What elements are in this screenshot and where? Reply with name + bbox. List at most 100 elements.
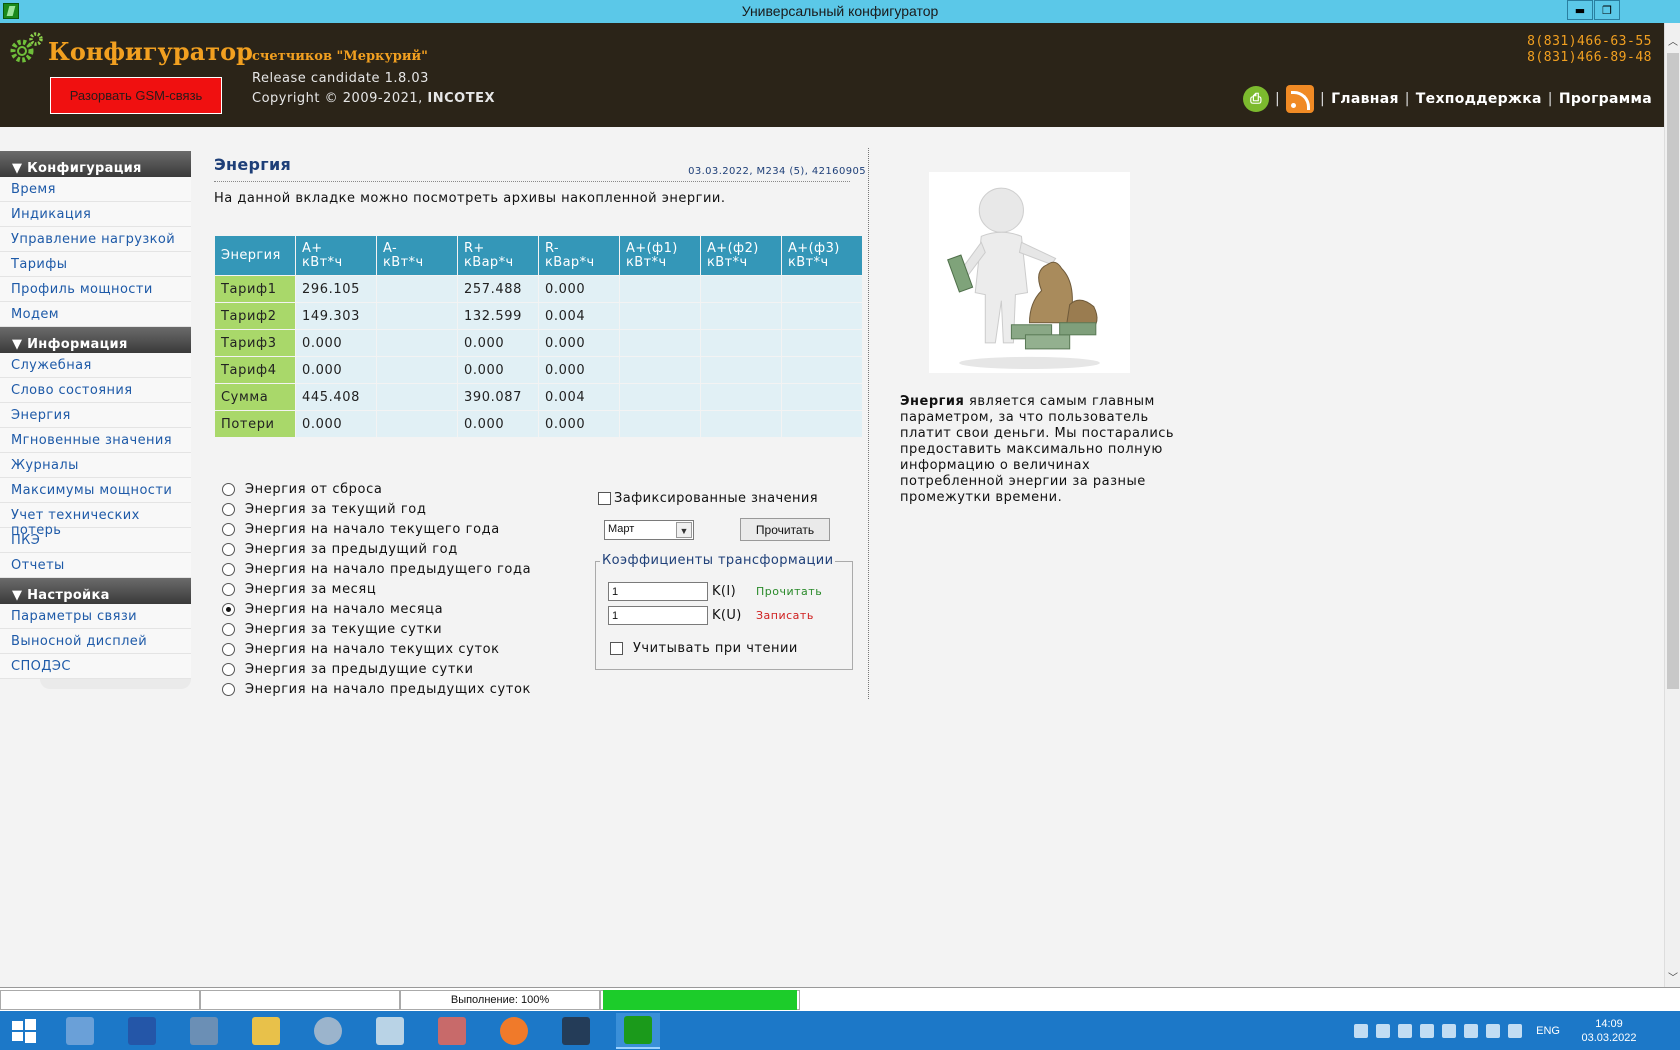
windows-start-icon[interactable] bbox=[2, 1013, 46, 1049]
scroll-down-icon[interactable]: ﹀ bbox=[1665, 971, 1680, 987]
sidebar-section-information[interactable]: ▼ Информация bbox=[0, 327, 191, 353]
sidebar-item-instant-values[interactable]: Мгновенные значения bbox=[0, 428, 191, 453]
sidebar-item-connection-params[interactable]: Параметры связи bbox=[0, 604, 191, 629]
energy-mode-option[interactable]: Энергия за текущий год bbox=[222, 499, 531, 519]
sidebar-section-settings[interactable]: ▼ Настройка bbox=[0, 578, 191, 604]
energy-mode-option[interactable]: Энергия на начало предыдущих суток bbox=[222, 679, 531, 699]
sidebar-item-display[interactable]: Индикация bbox=[0, 202, 191, 227]
chevron-down-icon[interactable]: ▼ bbox=[676, 522, 692, 538]
tray-network-icon[interactable] bbox=[1354, 1023, 1369, 1038]
energy-mode-option[interactable]: Энергия за месяц bbox=[222, 579, 531, 599]
sidebar-item-reports[interactable]: Отчеты bbox=[0, 553, 191, 578]
radio-button[interactable] bbox=[222, 582, 235, 596]
energy-mode-option[interactable]: Энергия от сброса bbox=[222, 479, 531, 499]
print-icon[interactable]: ⎙ bbox=[1243, 86, 1269, 112]
col-a-plus: A+ кВт*ч bbox=[296, 236, 376, 275]
restore-button[interactable]: ❐ bbox=[1594, 0, 1620, 20]
ku-input[interactable] bbox=[608, 606, 708, 625]
powershell-icon[interactable] bbox=[120, 1013, 164, 1049]
energy-mode-option[interactable]: Энергия на начало текущих суток bbox=[222, 639, 531, 659]
month-select[interactable]: Март ▼ bbox=[604, 520, 694, 540]
ku-row: K(U) Записать bbox=[608, 606, 814, 625]
radio-button[interactable] bbox=[222, 562, 235, 576]
info-bold: Энергия bbox=[900, 394, 965, 409]
input-language[interactable]: ENG bbox=[1536, 1025, 1560, 1037]
file-explorer-icon[interactable] bbox=[244, 1013, 288, 1049]
firefox-icon[interactable] bbox=[492, 1013, 536, 1049]
archive-icon[interactable] bbox=[430, 1013, 474, 1049]
radio-button[interactable] bbox=[222, 662, 235, 676]
rss-icon[interactable] bbox=[1286, 85, 1315, 113]
vertical-scrollbar[interactable]: ︿ ﹀ bbox=[1664, 23, 1680, 987]
ki-input[interactable] bbox=[608, 582, 708, 601]
sidebar-item-remote-display[interactable]: Выносной дисплей bbox=[0, 629, 191, 654]
clock[interactable]: 14:09 03.03.2022 bbox=[1574, 1017, 1644, 1045]
sidebar-item-load-control[interactable]: Управление нагрузкой bbox=[0, 227, 191, 252]
scroll-up-icon[interactable]: ︿ bbox=[1665, 35, 1680, 51]
apply-on-read-checkbox-box[interactable] bbox=[610, 642, 623, 655]
configurator-taskbar-icon[interactable] bbox=[616, 1013, 660, 1049]
scroll-thumb[interactable] bbox=[1667, 53, 1679, 689]
fixed-values-checkbox-box[interactable] bbox=[598, 492, 611, 505]
tray-app-icon[interactable] bbox=[1398, 1023, 1413, 1038]
energy-mode-option[interactable]: Энергия на начало текущего года bbox=[222, 519, 531, 539]
radio-button[interactable] bbox=[222, 482, 235, 496]
info-text: Энергия является самым главным параметро… bbox=[900, 394, 1180, 506]
radio-button[interactable] bbox=[222, 682, 235, 696]
tray-volume-icon[interactable] bbox=[1508, 1023, 1523, 1038]
energy-mode-option[interactable]: Энергия на начало предыдущего года bbox=[222, 559, 531, 579]
status-cell-1 bbox=[0, 990, 200, 1010]
read-button[interactable]: Прочитать bbox=[740, 518, 830, 541]
radio-button[interactable] bbox=[222, 622, 235, 636]
tray-security-icon[interactable] bbox=[1420, 1023, 1435, 1038]
sidebar-item-modem[interactable]: Модем bbox=[0, 302, 191, 327]
tray-monitor-icon[interactable] bbox=[1486, 1023, 1501, 1038]
server-manager-icon[interactable] bbox=[58, 1013, 102, 1049]
radio-button[interactable] bbox=[222, 542, 235, 556]
coefficients-write-link[interactable]: Записать bbox=[756, 609, 814, 622]
settings-gear-icon[interactable] bbox=[306, 1013, 350, 1049]
sidebar-item-power-profile[interactable]: Профиль мощности bbox=[0, 277, 191, 302]
sidebar-item-tech-losses[interactable]: Учет технических потерь bbox=[0, 503, 191, 538]
info-body: является самым главным параметром, за чт… bbox=[900, 394, 1175, 505]
radio-button[interactable] bbox=[222, 642, 235, 656]
row-label: Тариф3 bbox=[215, 330, 295, 356]
sidebar-section-configuration[interactable]: ▼ Конфигурация bbox=[0, 151, 191, 177]
sidebar-item-spodes[interactable]: СПОДЭС bbox=[0, 654, 191, 679]
link-home[interactable]: Главная bbox=[1331, 91, 1399, 107]
notepad-icon[interactable] bbox=[368, 1013, 412, 1049]
apply-on-read-checkbox[interactable]: Учитывать при чтении bbox=[610, 641, 798, 656]
sidebar-item-energy[interactable]: Энергия bbox=[0, 403, 191, 428]
energy-mode-option[interactable]: Энергия за предыдущий год bbox=[222, 539, 531, 559]
energy-mode-option[interactable]: Энергия за текущие сутки bbox=[222, 619, 531, 639]
gsm-disconnect-button[interactable]: Разорвать GSM-связь bbox=[50, 77, 222, 114]
table-cell: 0.000 bbox=[296, 357, 376, 383]
content-divider bbox=[868, 148, 869, 699]
sidebar-item-power-maximums[interactable]: Максимумы мощности bbox=[0, 478, 191, 503]
col-a-plus-f2: A+(ф2) кВт*ч bbox=[701, 236, 781, 275]
radio-button[interactable] bbox=[222, 602, 235, 616]
sidebar-item-status-word[interactable]: Слово состояния bbox=[0, 378, 191, 403]
toolbox-icon[interactable] bbox=[182, 1013, 226, 1049]
tray-flag-icon[interactable] bbox=[1464, 1023, 1479, 1038]
coefficients-read-link[interactable]: Прочитать bbox=[756, 585, 822, 598]
table-cell: 0.000 bbox=[539, 276, 619, 302]
link-program[interactable]: Программа bbox=[1559, 91, 1652, 107]
grid-app-icon[interactable] bbox=[554, 1013, 598, 1049]
radio-button[interactable] bbox=[222, 522, 235, 536]
sidebar-item-logs[interactable]: Журналы bbox=[0, 453, 191, 478]
radio-label: Энергия за месяц bbox=[245, 581, 377, 597]
minimize-button[interactable]: ▬ bbox=[1567, 0, 1593, 20]
radio-button[interactable] bbox=[222, 502, 235, 516]
table-cell: 257.488 bbox=[458, 276, 538, 302]
fixed-values-checkbox[interactable]: Зафиксированные значения bbox=[598, 491, 818, 506]
sidebar-item-tariffs[interactable]: Тарифы bbox=[0, 252, 191, 277]
link-support[interactable]: Техподдержка bbox=[1416, 91, 1542, 107]
tray-tools-icon[interactable] bbox=[1442, 1023, 1457, 1038]
tray-device-icon[interactable] bbox=[1376, 1023, 1391, 1038]
energy-mode-option[interactable]: Энергия за предыдущие сутки bbox=[222, 659, 531, 679]
energy-mode-option[interactable]: Энергия на начало месяца bbox=[222, 599, 531, 619]
sidebar-item-service[interactable]: Служебная bbox=[0, 353, 191, 378]
sidebar-item-time[interactable]: Время bbox=[0, 177, 191, 202]
gears-icon bbox=[10, 32, 43, 63]
